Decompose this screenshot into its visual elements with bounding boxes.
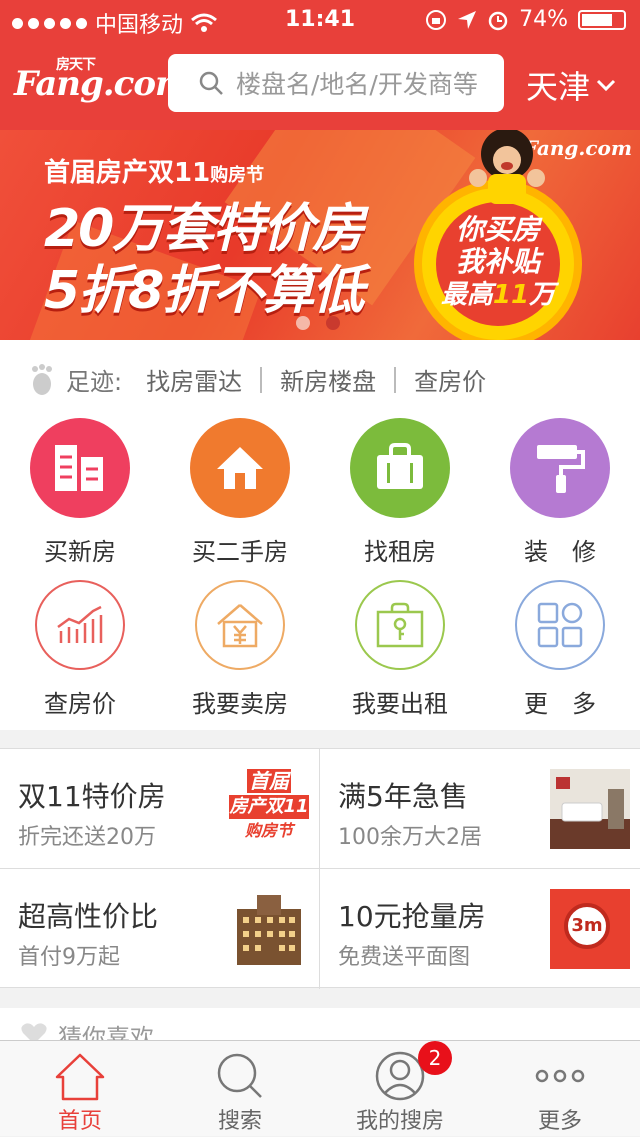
battery-icon: [578, 9, 626, 30]
notification-badge: 2: [418, 1041, 452, 1075]
apps-icon: [515, 580, 605, 670]
tab-my-account[interactable]: 2 我的搜房: [320, 1041, 480, 1137]
tab-label: 搜索: [217, 1109, 262, 1134]
badge-text-3: 最高11万: [440, 280, 556, 310]
price-chart-icon: [35, 580, 125, 670]
banner-subtitle: 首届房产双11购房节: [44, 158, 265, 188]
paint-roller-icon: [510, 418, 610, 518]
logo-small-text: 房天下: [56, 57, 96, 73]
promo-double11[interactable]: 双11特价房 折完还送20万 首届 房产双11 购房节: [0, 749, 320, 869]
footprint-label: 足迹:: [66, 368, 123, 396]
promo-urgent-sale[interactable]: 满5年急售 100余万大2居: [320, 749, 640, 869]
promo-title: 超高性价比: [18, 900, 159, 933]
tape-measure-image: 3m: [550, 889, 630, 969]
grid-label: 我要出租: [352, 690, 448, 718]
tab-more[interactable]: 更多: [480, 1041, 640, 1137]
grid-lease-out[interactable]: 我要出租: [320, 580, 480, 719]
house-yuan-icon: [195, 580, 285, 670]
quick-access-panel: 足迹: 找房雷达 新房楼盘 查房价 买新房 买二手房 找租房 装 修 查房价 我…: [0, 340, 640, 730]
tab-home[interactable]: 首页: [0, 1041, 160, 1137]
banner-subtitle-small: 购房节: [210, 165, 265, 186]
banner-headline-2: 5折8折不算低: [44, 261, 364, 321]
search-box[interactable]: 楼盘名/地名/开发商等: [168, 54, 504, 112]
location-icon: [458, 10, 477, 29]
tab-label: 我的搜房: [355, 1109, 444, 1134]
promo-subtitle: 折完还送20万: [18, 825, 156, 850]
grid-label: 我要卖房: [192, 690, 288, 718]
grid-decoration[interactable]: 装 修: [480, 418, 640, 567]
promo-title: 双11特价房: [18, 780, 166, 813]
promo-banner[interactable]: Fang.com 首届房产双11购房节 20万套特价房 5折8折不算低 你买房 …: [0, 130, 640, 340]
more-icon: [535, 1069, 585, 1083]
grid-buy-resale[interactable]: 买二手房: [160, 418, 320, 567]
mascot-illustration: [469, 130, 545, 204]
grid-label: 找租房: [364, 538, 436, 566]
battery-percent: 74%: [519, 7, 568, 32]
building-icon: [30, 418, 130, 518]
grid-label: 装 修: [524, 538, 596, 566]
pager-dot[interactable]: [326, 316, 340, 330]
promo-value[interactable]: 超高性价比 首付9万起: [0, 869, 320, 989]
city-selector[interactable]: 天津: [526, 62, 616, 108]
status-bar: 中国移动 11:41 74%: [0, 0, 640, 40]
grid-label: 查房价: [44, 690, 116, 718]
tab-label: 首页: [57, 1109, 102, 1134]
bag-icon: [350, 418, 450, 518]
footprint-link-radar[interactable]: 找房雷达: [146, 362, 242, 397]
home-icon: [55, 1053, 105, 1101]
footprint-link-price[interactable]: 查房价: [414, 362, 486, 397]
house-icon: [190, 418, 290, 518]
footprint-link-new-homes[interactable]: 新房楼盘: [280, 362, 376, 397]
fang-logo[interactable]: 房天下 Fang.com: [14, 57, 191, 104]
double11-logo-image: 首届 房产双11 购房节: [229, 769, 309, 840]
grid-buy-new[interactable]: 买新房: [0, 418, 160, 567]
grid-label: 更 多: [524, 690, 596, 718]
search-icon: [199, 71, 223, 95]
promo-grid: 双11特价房 折完还送20万 首届 房产双11 购房节 满5年急售 100余万大…: [0, 748, 640, 989]
banner-pager[interactable]: [296, 316, 340, 330]
alarm-icon: [488, 11, 508, 30]
chevron-down-icon: [596, 79, 616, 92]
grid-sell[interactable]: 我要卖房: [160, 580, 320, 719]
promo-subtitle: 免费送平面图: [338, 945, 471, 970]
pager-dot-active[interactable]: [296, 316, 310, 330]
promo-title: 10元抢量房: [338, 900, 486, 933]
grid-label: 买二手房: [192, 538, 288, 566]
bottom-tab-bar: 首页 搜索 2 我的搜房 更多: [0, 1040, 640, 1136]
promo-subtitle: 首付9万起: [18, 945, 120, 970]
search-placeholder: 楼盘名/地名/开发商等: [236, 70, 478, 99]
building-photo-image: [229, 889, 309, 969]
tab-label: 更多: [537, 1109, 582, 1134]
living-room-image: [550, 769, 630, 849]
city-label: 天津: [526, 68, 591, 106]
search-icon: [217, 1053, 262, 1098]
footprint-bar: 足迹: 找房雷达 新房楼盘 查房价: [28, 362, 486, 397]
footprint-icon: [32, 363, 52, 395]
promo-subtitle: 100余万大2居: [338, 825, 482, 850]
key-bag-icon: [355, 580, 445, 670]
rotation-lock-icon: [426, 9, 447, 30]
grid-more[interactable]: 更 多: [480, 580, 640, 719]
grid-rent[interactable]: 找租房: [320, 418, 480, 567]
app-header: 房天下 Fang.com 楼盘名/地名/开发商等 天津: [0, 40, 640, 130]
promo-measure[interactable]: 10元抢量房 免费送平面图 3m: [320, 869, 640, 989]
tab-search[interactable]: 搜索: [160, 1041, 320, 1137]
grid-check-price[interactable]: 查房价: [0, 580, 160, 719]
logo-text: Fang.com: [14, 64, 191, 104]
grid-label: 买新房: [44, 538, 116, 566]
promo-title: 满5年急售: [338, 780, 468, 813]
